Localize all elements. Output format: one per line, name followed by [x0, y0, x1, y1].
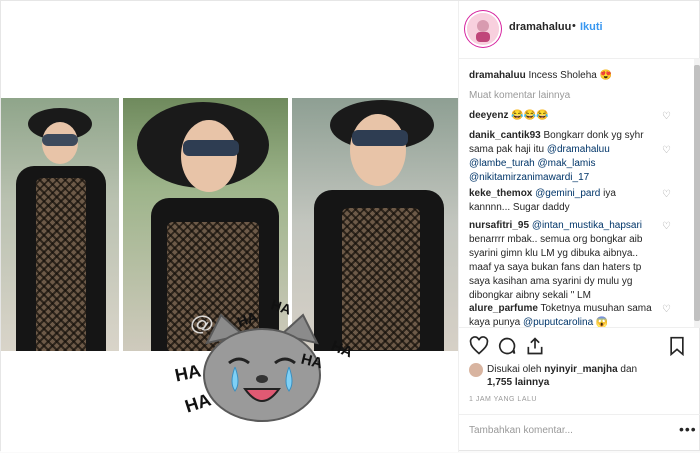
comment-item: deeyenz 😂😂😂: [469, 109, 659, 123]
likes-joiner: dan: [620, 364, 638, 375]
add-comment-bar: Tambahkan komentar... •••: [459, 414, 700, 453]
likes-suffix[interactable]: lainnya: [515, 377, 549, 388]
avatar[interactable]: [467, 13, 499, 45]
likes-count[interactable]: 1,755: [487, 377, 512, 388]
likes-prefix: Disukai oleh: [487, 364, 542, 375]
like-comment-heart-icon[interactable]: ♡: [662, 146, 671, 156]
comment-item: keke_themox @gemini_pard iya kannnn... S…: [469, 187, 659, 215]
comment-username[interactable]: deeyenz: [469, 110, 508, 121]
comment-bubble-icon[interactable]: [497, 336, 517, 356]
like-comment-heart-icon[interactable]: ♡: [662, 305, 671, 315]
share-upload-icon[interactable]: [525, 336, 545, 356]
post-header: dramahaluu • Ikuti: [459, 1, 700, 59]
comment-username[interactable]: keke_themox: [469, 188, 532, 199]
comment-username[interactable]: nursafitri_95: [469, 220, 529, 231]
load-more-comments[interactable]: Muat komentar lainnya: [469, 90, 570, 101]
caption-text: Incess Sholeha 😍: [528, 70, 613, 81]
liker-username[interactable]: nyinyir_manjha: [544, 364, 617, 375]
comment-item: alure_parfume Toketnya musuhan sama kaya…: [469, 302, 659, 327]
comment-mention[interactable]: @puputcarolina: [523, 317, 593, 327]
comment-mention[interactable]: @intan_mustika_hapsari: [532, 220, 642, 231]
instagram-post: @dramahaluu HA HA HA HA HA HA: [0, 0, 700, 452]
comment-username[interactable]: danik_cantik93: [469, 130, 541, 141]
comment-emoji: 😱: [595, 317, 609, 327]
comment-username[interactable]: alure_parfume: [469, 303, 538, 314]
comment-text: benarrrr mbak.. semua org bongkar aib sy…: [469, 234, 643, 301]
photo-panel-left: [1, 98, 119, 351]
comment-item: nursafitri_95 @intan_mustika_hapsari ben…: [469, 219, 659, 303]
comment-mention[interactable]: @dramahaluu: [547, 144, 610, 155]
comment-text: 😂😂😂: [511, 110, 549, 121]
comment-mention[interactable]: @lambe_turah: [469, 158, 535, 169]
like-comment-heart-icon[interactable]: ♡: [662, 222, 671, 232]
follow-button[interactable]: Ikuti: [580, 21, 603, 33]
post-timestamp: 1 JAM YANG LALU: [469, 396, 537, 403]
caption-username[interactable]: dramahaluu: [469, 70, 526, 81]
scrollbar-thumb[interactable]: [694, 65, 700, 321]
separator-dot: •: [572, 20, 576, 32]
comment-mention[interactable]: @nikitamirzanimawardi_17: [469, 172, 589, 183]
add-comment-input[interactable]: Tambahkan komentar...: [469, 425, 573, 436]
like-comment-heart-icon[interactable]: ♡: [662, 112, 671, 122]
comments-list: dramahaluu Incess Sholeha 😍 Muat komenta…: [459, 59, 700, 327]
bookmark-icon[interactable]: [667, 336, 687, 357]
caption: dramahaluu Incess Sholeha 😍: [469, 69, 659, 83]
like-comment-heart-icon[interactable]: ♡: [662, 190, 671, 200]
post-actions: [459, 327, 700, 364]
like-heart-icon[interactable]: [469, 336, 489, 356]
comment-item: danik_cantik93 Bongkarr donk yg syhr sam…: [469, 129, 659, 185]
comment-mention[interactable]: @gemini_pard: [535, 188, 600, 199]
comment-mention[interactable]: @mak_lamis: [538, 158, 596, 169]
comments-scrollbar[interactable]: [694, 59, 700, 327]
liker-avatar[interactable]: [469, 363, 483, 377]
username-link[interactable]: dramahaluu: [509, 21, 571, 33]
more-options-icon[interactable]: •••: [679, 421, 697, 437]
post-media: @dramahaluu HA HA HA HA HA HA: [1, 1, 458, 452]
post-sidebar: dramahaluu • Ikuti dramahaluu Incess Sho…: [458, 1, 700, 452]
likes-text: Disukai oleh nyinyir_manjha dan 1,755 la…: [487, 363, 657, 389]
